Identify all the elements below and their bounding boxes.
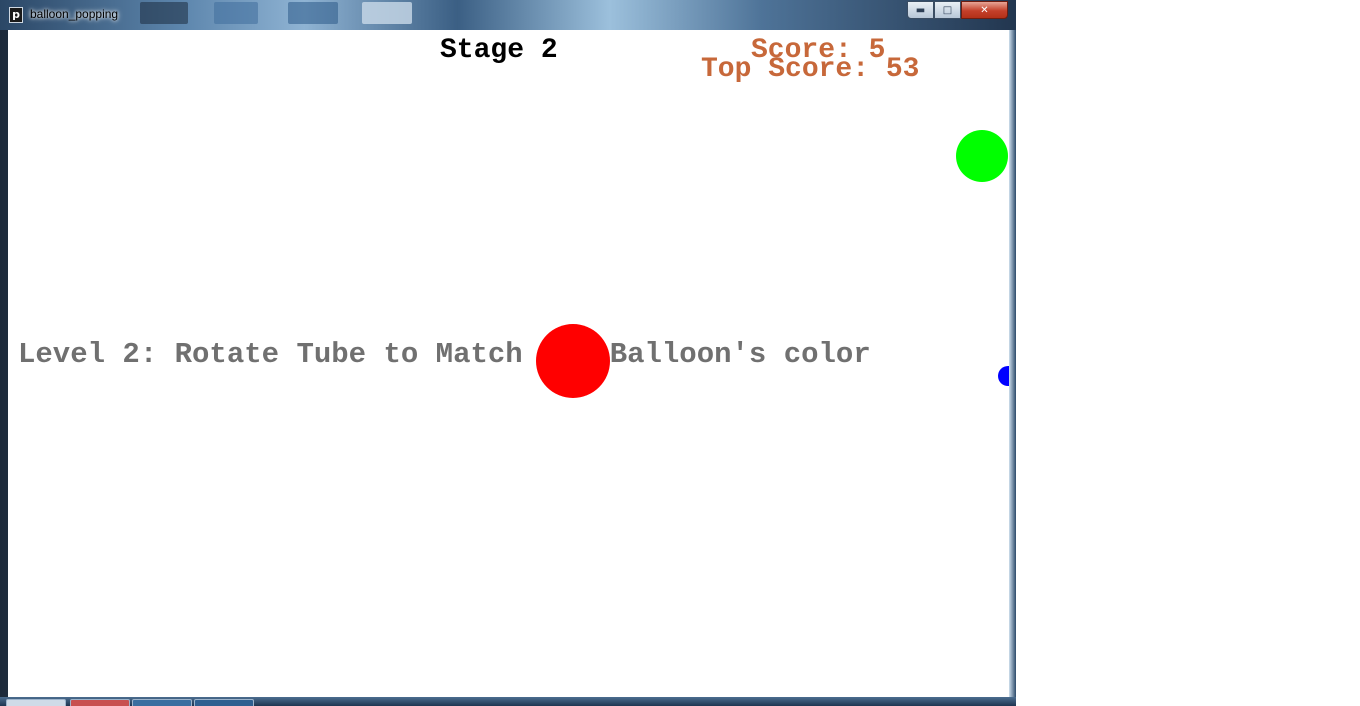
green-balloon[interactable] xyxy=(956,130,1008,182)
taskbar-item[interactable] xyxy=(132,699,192,706)
minimize-icon: ▬ xyxy=(915,4,926,16)
processing-app-icon: p xyxy=(9,7,23,23)
taskbar xyxy=(0,697,1016,706)
app-window: p balloon_popping ▬ □ ✕ Stage 2 Score: 5… xyxy=(0,0,1016,706)
stage-label: Stage 2 xyxy=(440,35,558,66)
top-score-label: Top Score: 53 xyxy=(701,54,920,85)
window-controls: ▬ □ ✕ xyxy=(907,1,1008,19)
taskbar-item[interactable] xyxy=(6,699,66,706)
red-balloon[interactable] xyxy=(536,324,610,398)
blue-balloon[interactable] xyxy=(998,366,1009,386)
window-title: balloon_popping xyxy=(30,7,119,21)
taskbar-item[interactable] xyxy=(70,699,130,706)
maximize-button[interactable]: □ xyxy=(934,1,961,19)
taskbar-item[interactable] xyxy=(194,699,254,706)
window-right-border xyxy=(1009,30,1016,697)
close-button[interactable]: ✕ xyxy=(961,1,1008,19)
close-icon: ✕ xyxy=(980,4,989,16)
level-instruction: Level 2: Rotate Tube to Match the Balloo… xyxy=(18,338,871,371)
title-bar[interactable]: p balloon_popping ▬ □ ✕ xyxy=(0,0,1016,30)
maximize-icon: □ xyxy=(942,4,953,16)
game-canvas[interactable]: Stage 2 Score: 5 Top Score: 53 Level 2: … xyxy=(8,30,1009,697)
minimize-button[interactable]: ▬ xyxy=(907,1,934,19)
